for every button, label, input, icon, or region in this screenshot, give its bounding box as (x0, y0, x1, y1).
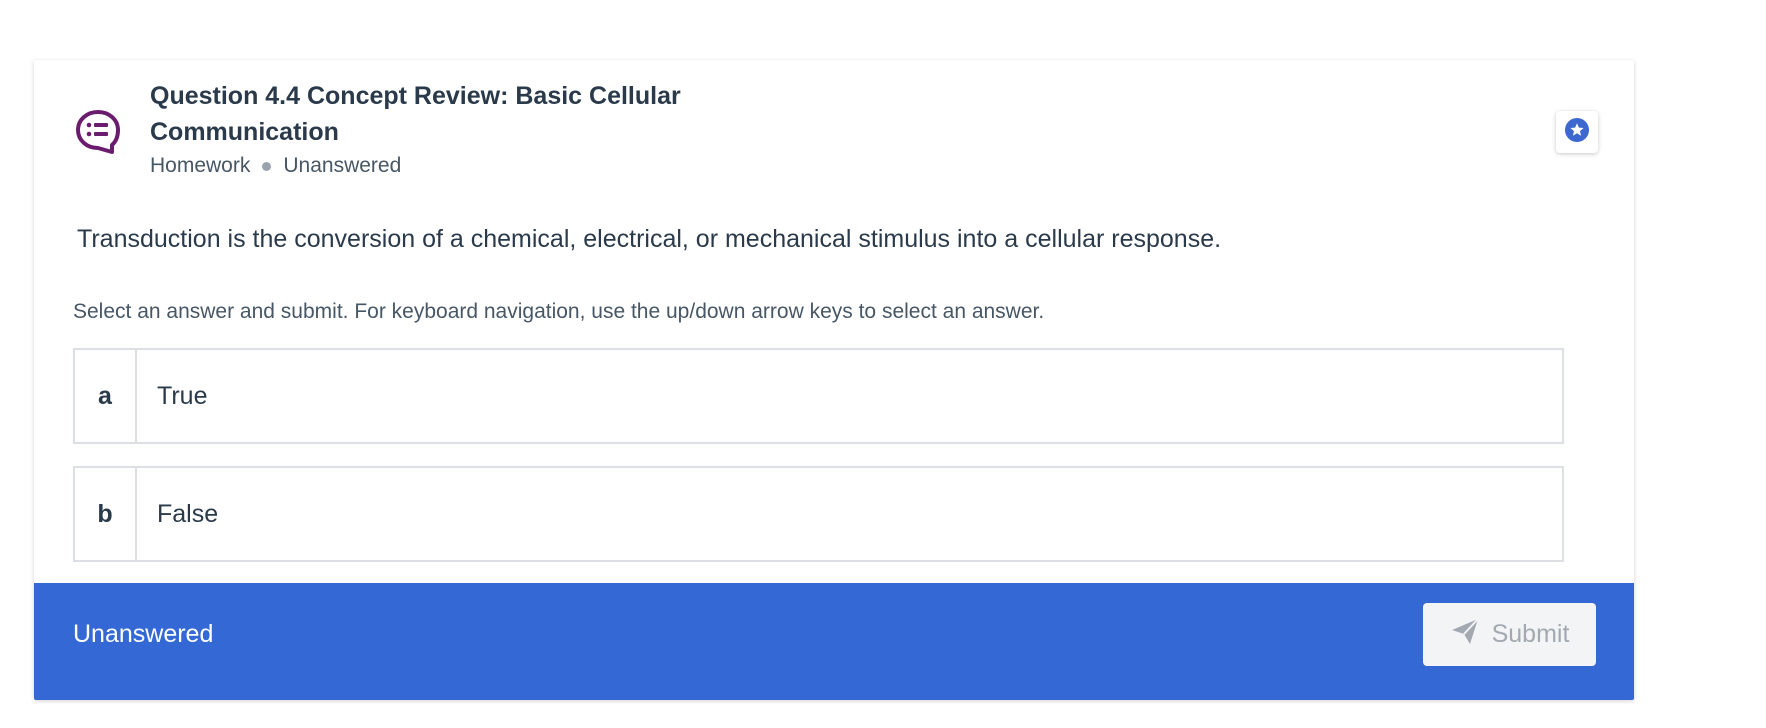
question-footer: Unanswered Submit (34, 583, 1634, 700)
paper-plane-icon (1450, 616, 1492, 653)
option-text: False (157, 499, 219, 528)
question-status: Unanswered (283, 154, 402, 177)
option-text: True (157, 381, 208, 410)
question-bubble-icon (74, 108, 122, 156)
question-card: Question 4.4 Concept Review: Basic Cellu… (34, 60, 1634, 700)
option-letter: b (75, 468, 137, 560)
answer-instructions: Select an answer and submit. For keyboar… (73, 300, 1045, 323)
answer-option-b[interactable]: b False (73, 466, 1564, 562)
question-header: Question 4.4 Concept Review: Basic Cellu… (34, 60, 1634, 200)
submit-button[interactable]: Submit (1423, 603, 1596, 666)
bookmark-button[interactable] (1556, 111, 1598, 153)
question-prompt: Transduction is the conversion of a chem… (77, 225, 1222, 253)
question-meta: Homework Unanswered (150, 154, 401, 178)
star-icon (1564, 117, 1590, 148)
answer-option-a[interactable]: a True (73, 348, 1564, 444)
question-category: Homework (150, 154, 251, 177)
question-title: Question 4.4 Concept Review: Basic Cellu… (150, 82, 681, 146)
answer-options: a True b False (73, 348, 1564, 584)
submit-label: Submit (1491, 620, 1570, 648)
option-letter: a (75, 350, 137, 442)
footer-status: Unanswered (73, 619, 214, 648)
separator-dot (262, 161, 272, 171)
